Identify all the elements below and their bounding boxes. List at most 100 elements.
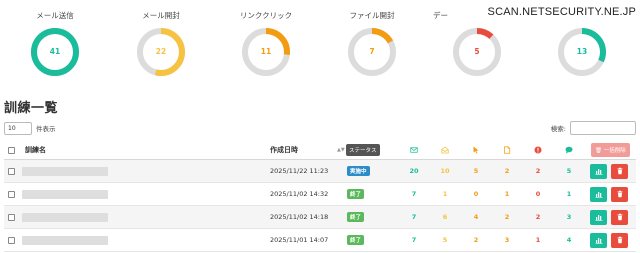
report-button[interactable] bbox=[590, 186, 607, 202]
count-value: 0 bbox=[473, 190, 479, 198]
select-all-cell bbox=[8, 141, 15, 159]
count-value: 7 bbox=[411, 236, 417, 244]
stat-ring: 11 bbox=[241, 27, 291, 77]
count-cell: 7 bbox=[406, 206, 422, 228]
training-name-cell bbox=[22, 229, 108, 251]
training-name-redacted[interactable] bbox=[22, 189, 108, 199]
row-checkbox[interactable] bbox=[8, 213, 15, 221]
stat-file-opened: ファイル開封 7 bbox=[322, 0, 422, 92]
stat-title: デー bbox=[433, 11, 448, 20]
count-value: 5 bbox=[473, 167, 479, 175]
column-header-status[interactable]: ステータス bbox=[346, 141, 380, 159]
stat-value: 41 bbox=[49, 47, 61, 56]
row-checkbox[interactable] bbox=[8, 190, 15, 198]
table-row: 2025/11/02 14:18 終了 7 6 4 2 2 3 bbox=[4, 206, 636, 229]
file-icon bbox=[499, 141, 515, 159]
status-cell: 終了 bbox=[347, 206, 365, 228]
stat-value: 13 bbox=[576, 47, 588, 56]
trash-icon bbox=[617, 236, 622, 244]
bulk-delete-button[interactable]: 🗑 一括削除 bbox=[591, 143, 630, 157]
report-button[interactable] bbox=[590, 163, 607, 179]
count-cell: 1 bbox=[499, 183, 515, 205]
count-value: 1 bbox=[566, 190, 572, 198]
bar-chart-icon bbox=[595, 192, 602, 198]
count-value: 3 bbox=[566, 213, 572, 221]
count-value: 1 bbox=[504, 190, 510, 198]
stat-title: ファイル開封 bbox=[349, 11, 395, 20]
count-value: 20 bbox=[409, 167, 419, 175]
report-cell bbox=[590, 160, 607, 182]
created-date: 2025/11/02 14:32 bbox=[270, 190, 329, 198]
count-cell: 2 bbox=[530, 206, 546, 228]
page-length-label: 件表示 bbox=[36, 125, 56, 133]
table-row: 2025/11/02 14:32 終了 7 1 0 1 0 1 bbox=[4, 183, 636, 206]
count-cell: 3 bbox=[499, 229, 515, 251]
status-cell: 終了 bbox=[347, 229, 365, 251]
search-input[interactable] bbox=[570, 121, 636, 135]
column-header-name[interactable]: 訓練名 bbox=[25, 141, 46, 159]
count-value: 2 bbox=[504, 213, 510, 221]
count-value: 7 bbox=[411, 213, 417, 221]
report-button[interactable] bbox=[590, 232, 607, 248]
row-select-cell bbox=[8, 160, 15, 182]
sort-icon[interactable]: ▲▼ bbox=[334, 141, 345, 159]
stat-value: 7 bbox=[369, 47, 375, 56]
training-name-cell bbox=[22, 206, 108, 228]
sort-arrow-icon: ▲▼ bbox=[337, 147, 345, 153]
count-cell: 1 bbox=[437, 183, 453, 205]
count-value: 2 bbox=[504, 167, 510, 175]
row-select-cell bbox=[8, 206, 15, 228]
delete-cell bbox=[611, 206, 628, 228]
column-header-created-label: 作成日時 bbox=[270, 146, 298, 154]
row-checkbox[interactable] bbox=[8, 236, 15, 244]
bulk-delete-label: 一括削除 bbox=[603, 148, 626, 154]
count-value: 1 bbox=[535, 236, 541, 244]
delete-button[interactable] bbox=[611, 232, 628, 248]
training-name-redacted[interactable] bbox=[22, 235, 108, 245]
count-value: 6 bbox=[442, 213, 448, 221]
chat-icon bbox=[561, 141, 577, 159]
count-value: 4 bbox=[473, 213, 479, 221]
report-cell bbox=[590, 229, 607, 251]
created-date: 2025/11/01 14:07 bbox=[270, 236, 329, 244]
count-cell: 5 bbox=[561, 160, 577, 182]
envelope-icon bbox=[406, 141, 422, 159]
stat-value: 22 bbox=[155, 47, 167, 56]
report-button[interactable] bbox=[590, 209, 607, 225]
stat-ring: 22 bbox=[136, 27, 186, 77]
delete-button[interactable] bbox=[611, 163, 628, 179]
row-checkbox[interactable] bbox=[8, 167, 15, 175]
count-cell: 3 bbox=[561, 206, 577, 228]
stat-data-input: デー 5 bbox=[427, 0, 527, 92]
stat-mail-sent: メール送信 41 bbox=[5, 0, 105, 92]
page-length-control: 10 件表示 bbox=[4, 121, 56, 135]
count-value: 1 bbox=[442, 190, 448, 198]
training-name-cell bbox=[22, 183, 108, 205]
column-header-created[interactable]: 作成日時 bbox=[270, 141, 298, 159]
created-date-cell: 2025/11/22 11:23 bbox=[270, 160, 328, 182]
alert-icon bbox=[530, 141, 546, 159]
count-value: 2 bbox=[535, 213, 541, 221]
count-cell: 1 bbox=[561, 183, 577, 205]
delete-button[interactable] bbox=[611, 209, 628, 225]
training-name-cell bbox=[22, 160, 108, 182]
count-cell: 1 bbox=[530, 229, 546, 251]
column-header-status-label: ステータス bbox=[346, 144, 380, 156]
stat-ring: 13 bbox=[557, 27, 607, 77]
page-length-select[interactable]: 10 bbox=[4, 121, 32, 135]
select-all-checkbox[interactable] bbox=[8, 146, 15, 154]
delete-button[interactable] bbox=[611, 186, 628, 202]
count-cell: 5 bbox=[437, 229, 453, 251]
training-name-redacted[interactable] bbox=[22, 212, 108, 222]
report-cell bbox=[590, 183, 607, 205]
created-date: 2025/11/22 11:23 bbox=[270, 167, 329, 175]
count-value: 10 bbox=[440, 167, 450, 175]
bar-chart-icon bbox=[595, 238, 602, 244]
status-badge: 終了 bbox=[347, 189, 365, 199]
page-title: 訓練一覧 bbox=[4, 101, 59, 116]
count-cell: 2 bbox=[530, 160, 546, 182]
created-date-cell: 2025/11/01 14:07 bbox=[270, 229, 328, 251]
training-name-redacted[interactable] bbox=[22, 166, 108, 176]
count-cell: 7 bbox=[406, 229, 422, 251]
stat-title: リンククリック bbox=[239, 11, 293, 20]
